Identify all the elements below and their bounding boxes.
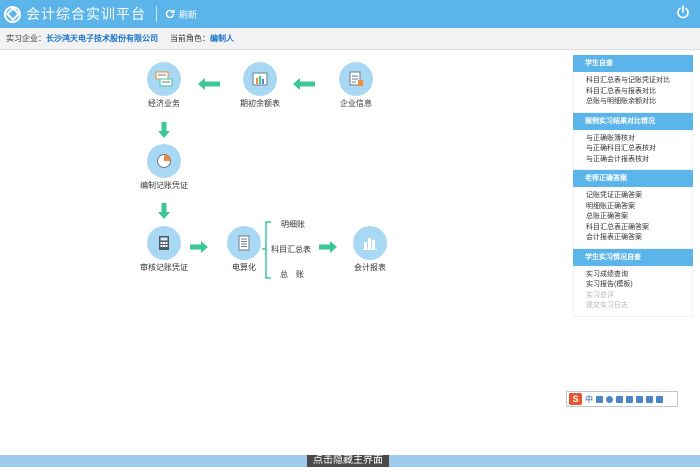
make-voucher-label: 编制记账凭证 (140, 181, 188, 190)
ime-mode[interactable]: 中 (585, 394, 593, 405)
company-value: 长沙鸿天电子技术股份有限公司 (46, 34, 158, 43)
section-title: 老师正确答案 (573, 170, 693, 187)
section-list: 与正确账簿核对 与正确科目汇总表核对 与正确会计报表核对 (573, 129, 693, 170)
section-report: 学生实习情况自查 实习成绩查询 实习报告(模板) 实习总评 提交实习日志 (573, 248, 693, 317)
arrow-down-icon (158, 203, 170, 219)
info-bar: 实习企业： 长沙鸿天电子技术股份有限公司 当前角色： 编制人 (0, 28, 700, 50)
node-make-voucher[interactable]: 编制记账凭证 (134, 144, 194, 191)
power-button[interactable] (676, 5, 690, 24)
review-voucher-label: 审核记账凭证 (140, 263, 188, 272)
hide-main-button[interactable]: 点击隐藏主界面 (307, 455, 389, 467)
sidebar-link[interactable]: 科目汇总表与记账凭证对比 (586, 76, 692, 87)
branch-general-ledger[interactable]: 总 账 (280, 269, 304, 280)
right-sidebar: 学生自查 科目汇总表与记账凭证对比 科目汇总表与报表对比 总账与明细账余额对比 … (573, 55, 693, 317)
sidebar-link[interactable]: 实习报告(模板) (586, 280, 692, 291)
section-compare: 案例实习结果对比情况 与正确账簿核对 与正确科目汇总表核对 与正确会计报表核对 (573, 112, 693, 170)
flow-canvas: 企业信息 期初余额表 经济业务 编制记账凭证 审核记账凭证 电算化 明细账 科目… (0, 50, 570, 455)
sidebar-link-disabled: 实习总评 (586, 291, 614, 299)
pie-chart-icon (147, 144, 181, 178)
sidebar-link[interactable]: 实习成绩查询 (586, 270, 692, 281)
node-opening-balance[interactable]: 期初余额表 (230, 62, 290, 109)
header-divider (156, 6, 157, 22)
role-value: 编制人 (210, 34, 234, 43)
arrow-left-icon (293, 78, 315, 90)
toolbox-icon[interactable] (656, 395, 663, 403)
top-header: 会计综合实训平台 刷新 (0, 0, 700, 28)
section-title: 案例实习结果对比情况 (573, 112, 693, 130)
node-reports[interactable]: 会计报表 (340, 226, 400, 273)
calculator-icon (147, 226, 181, 260)
company-label: 实习企业： (6, 34, 46, 43)
mic-icon[interactable] (616, 395, 623, 403)
user-icon[interactable] (636, 395, 643, 403)
node-company-info[interactable]: 企业信息 (326, 62, 386, 109)
sidebar-link[interactable]: 总账正确答案 (586, 212, 692, 223)
section-title: 学生实习情况自查 (573, 248, 693, 266)
arrow-down-icon (158, 122, 170, 138)
branch-summary-table[interactable]: 科目汇总表 (271, 244, 311, 255)
business-label: 经济业务 (148, 99, 180, 108)
sogou-logo-icon[interactable]: S (569, 393, 582, 405)
ledger-icon (227, 226, 261, 260)
refresh-icon (165, 9, 175, 19)
sidebar-link[interactable]: 会计报表正确答案 (586, 233, 692, 244)
ime-toolbar[interactable]: S 中 (566, 391, 678, 407)
refresh-button[interactable]: 刷新 (165, 8, 197, 21)
section-list: 实习成绩查询 实习报告(模板) 实习总评 提交实习日志 (573, 265, 693, 317)
sidebar-link[interactable]: 科目汇总表与报表对比 (586, 87, 692, 98)
skin-icon[interactable] (646, 395, 653, 403)
section-list: 记账凭证正确答案 明细账正确答案 总账正确答案 科目汇总表正确答案 会计报表正确… (573, 187, 693, 249)
sidebar-link[interactable]: 与正确账簿核对 (586, 134, 692, 145)
sidebar-link[interactable]: 记账凭证正确答案 (586, 191, 692, 202)
opening-balance-label: 期初余额表 (240, 99, 280, 108)
role-label: 当前角色： (170, 34, 210, 43)
arrow-right-icon (319, 241, 337, 253)
app-title: 会计综合实训平台 (26, 6, 146, 22)
sidebar-link[interactable]: 与正确科目汇总表核对 (586, 144, 692, 155)
refresh-label: 刷新 (179, 9, 198, 20)
bar-chart-icon (243, 62, 277, 96)
keyboard-icon[interactable] (626, 395, 633, 403)
sidebar-link[interactable]: 科目汇总表正确答案 (586, 223, 692, 234)
sidebar-link[interactable]: 与正确会计报表核对 (586, 155, 692, 166)
building-chart-icon (353, 226, 387, 260)
company-info-label: 企业信息 (340, 99, 372, 108)
sidebar-link-disabled: 提交实习日志 (586, 302, 628, 309)
section-title: 学生自查 (573, 55, 693, 72)
sidebar-link[interactable]: 明细账正确答案 (586, 202, 692, 213)
power-icon (677, 5, 689, 19)
punctuation-icon[interactable] (596, 395, 603, 403)
section-list: 科目汇总表与记账凭证对比 科目汇总表与报表对比 总账与明细账余额对比 (573, 72, 693, 113)
arrow-right-icon (190, 241, 208, 253)
reports-label: 会计报表 (354, 263, 386, 272)
branch-detail-ledger[interactable]: 明细账 (281, 219, 305, 230)
section-self-check: 学生自查 科目汇总表与记账凭证对比 科目汇总表与报表对比 总账与明细账余额对比 (573, 55, 693, 113)
document-icon (339, 62, 373, 96)
arrow-left-icon (198, 78, 220, 90)
logo-icon (4, 5, 21, 23)
section-answers: 老师正确答案 记账凭证正确答案 明细账正确答案 总账正确答案 科目汇总表正确答案… (573, 170, 693, 249)
node-review-voucher[interactable]: 审核记账凭证 (134, 226, 194, 273)
emoji-icon[interactable] (606, 395, 613, 403)
app-logo: 会计综合实训平台 (4, 4, 146, 24)
node-business[interactable]: 经济业务 (134, 62, 194, 109)
sidebar-link[interactable]: 总账与明细账余额对比 (586, 97, 692, 108)
invoice-icon (147, 62, 181, 96)
